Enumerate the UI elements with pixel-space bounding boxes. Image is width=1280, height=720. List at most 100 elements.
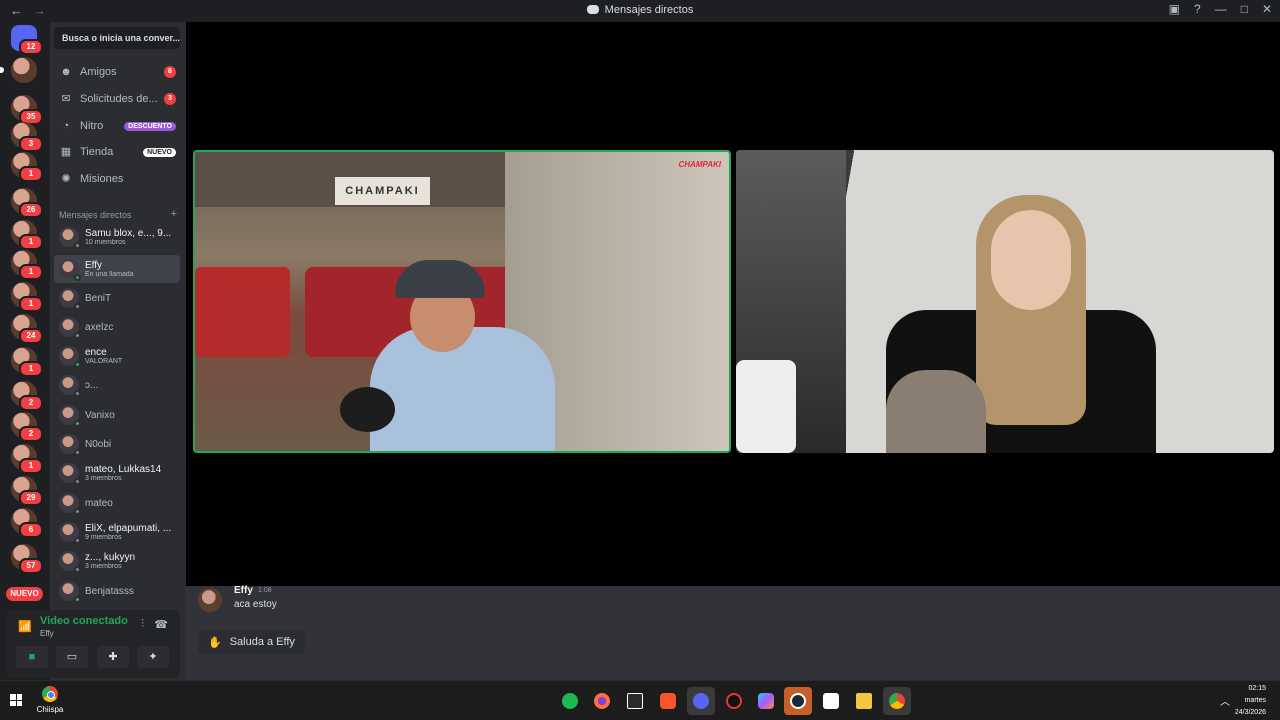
message-author[interactable]: Effy <box>234 585 253 596</box>
dm-item[interactable]: N0obi <box>54 430 180 458</box>
server-icon[interactable]: 1 <box>11 347 43 377</box>
nav-shop-label: Tienda <box>80 146 114 158</box>
file-explorer-icon[interactable] <box>850 687 878 715</box>
nav-shop[interactable]: ▦ Tienda NUEVO <box>54 140 180 164</box>
chrome-icon <box>42 686 58 702</box>
nav-friends[interactable]: ☻ Amigos 8 <box>54 60 180 84</box>
minimize-button[interactable]: — <box>1215 2 1227 16</box>
signal-icon[interactable]: 📶 <box>18 620 32 633</box>
chrome-profile-button[interactable]: Chiispa <box>35 686 65 714</box>
capcut-icon[interactable] <box>817 687 845 715</box>
help-icon[interactable]: ? <box>1194 2 1201 16</box>
epic-games-icon[interactable] <box>621 687 649 715</box>
dm-item[interactable]: ↄ... <box>54 371 180 399</box>
camera-button[interactable]: ■ <box>16 646 48 668</box>
dm-name: EliX, elpapumati, ... <box>85 523 172 534</box>
server-icon[interactable]: 1 <box>11 220 43 250</box>
dm-item[interactable]: mateo <box>54 489 180 517</box>
dm-name: Samu blox, e..., 9... <box>85 228 172 239</box>
dm-text: Samu blox, e..., 9... 10 miembros <box>85 228 180 246</box>
maximize-button[interactable]: □ <box>1241 2 1248 16</box>
avatar <box>59 463 81 485</box>
server-icon[interactable]: 26 <box>11 188 43 218</box>
dm-item[interactable]: ence VALORANT <box>54 342 180 370</box>
server-icon[interactable] <box>0 57 37 83</box>
status-dot <box>74 242 81 249</box>
dm-name: N0obi <box>85 438 112 450</box>
nav-quests[interactable]: ✺ Misiones <box>54 167 180 191</box>
dm-header-label: Mensajes directos <box>59 210 132 220</box>
avatar <box>59 581 81 603</box>
server-icon[interactable]: 1 <box>11 282 43 312</box>
server-icon[interactable]: 1 <box>11 444 43 474</box>
screen-share-button[interactable]: ▭ <box>56 646 88 668</box>
dm-text: mateo, Lukkas14 3 miembros <box>85 464 180 482</box>
discord-home-icon[interactable]: 12 <box>11 25 43 55</box>
person-cap <box>395 260 485 298</box>
inbox-icon[interactable]: ▣ <box>1169 2 1180 16</box>
soundboard-button[interactable]: ✦ <box>137 646 169 668</box>
dm-subtitle: VALORANT <box>85 358 123 365</box>
dm-text: axelzc <box>85 322 180 333</box>
nav-nitro[interactable]: ◔ Nitro DESCUENTO <box>54 114 180 138</box>
dm-subtitle: En una llamada <box>85 271 134 278</box>
create-dm-icon[interactable]: + <box>171 209 177 220</box>
brave-icon[interactable] <box>654 687 682 715</box>
server-icon[interactable]: 3 <box>11 122 43 152</box>
steam-icon[interactable] <box>784 687 812 715</box>
server-icon[interactable]: 6 <box>11 508 43 538</box>
dm-item[interactable]: axelzc <box>54 313 180 341</box>
server-icon[interactable]: 24 <box>11 314 43 344</box>
noise-suppression-icon[interactable]: ⫶ <box>141 618 144 631</box>
server-icon[interactable]: 1 <box>11 250 43 280</box>
spotify-icon[interactable] <box>556 687 584 715</box>
server-mention-badge: 1 <box>19 264 43 280</box>
search-button[interactable]: Busca o inicia una conver... <box>54 27 180 49</box>
recorder-icon[interactable] <box>720 687 748 715</box>
message-body: aca estoy <box>234 599 277 610</box>
dm-name: Benjatasss <box>85 585 134 597</box>
avatar[interactable] <box>198 588 222 612</box>
firefox-icon[interactable] <box>588 687 616 715</box>
server-icon[interactable]: 35 <box>11 95 43 125</box>
copilot-icon[interactable] <box>752 687 780 715</box>
server-icon[interactable]: 2 <box>11 412 43 442</box>
server-mention-badge: 1 <box>19 166 43 182</box>
requests-badge: 3 <box>164 93 176 105</box>
new-unread-pill[interactable]: NUEVO <box>6 587 43 601</box>
status-dot <box>74 537 81 544</box>
dm-item[interactable]: BeniT <box>54 284 180 312</box>
windows-start-icon[interactable] <box>10 694 22 706</box>
video-tile-effy[interactable] <box>736 150 1274 453</box>
dm-item[interactable]: z..., kukyyn 3 miembros <box>54 547 180 575</box>
dm-name: mateo <box>85 497 113 509</box>
dm-item[interactable]: Benjatasss <box>54 577 180 605</box>
status-dot <box>74 420 81 427</box>
discord-icon[interactable] <box>687 687 715 715</box>
dm-item[interactable]: Effy En una llamada <box>54 255 180 283</box>
dm-item[interactable]: Vanixo <box>54 401 180 429</box>
server-icon[interactable]: 29 <box>11 476 43 506</box>
dm-item[interactable]: Samu blox, e..., 9... 10 miembros <box>54 223 180 251</box>
status-dot <box>74 332 81 339</box>
dm-item[interactable]: mateo, Lukkas14 3 miembros <box>54 459 180 487</box>
dm-name: BeniT <box>85 292 112 304</box>
nav-message-requests[interactable]: ✉ Solicitudes de... 3 <box>54 87 180 111</box>
system-clock[interactable]: 02:15 martes 24/3/2026 <box>1235 683 1266 719</box>
chrome-taskbar-icon[interactable] <box>883 687 911 715</box>
dm-text: z..., kukyyn 3 miembros <box>85 552 180 570</box>
status-dot <box>74 390 81 397</box>
activities-button[interactable]: ✚ <box>97 646 129 668</box>
dm-item[interactable]: EliX, elpapumati, ... 9 miembros <box>54 518 180 546</box>
tray-chevron-icon[interactable]: ︿ <box>1220 693 1230 708</box>
voice-channel-name[interactable]: Effy <box>40 629 54 638</box>
wave-button[interactable]: ✋ Saluda a Effy <box>198 630 305 654</box>
server-icon[interactable]: 57 <box>11 544 43 574</box>
server-icon[interactable]: 2 <box>11 381 43 411</box>
dm-subtitle: 10 miembros <box>85 239 126 246</box>
video-tile-speaking[interactable]: CHAMPAKI CHAMPAKI <box>193 150 731 453</box>
close-button[interactable]: ✕ <box>1262 2 1272 16</box>
server-icon[interactable]: 1 <box>11 152 43 182</box>
disconnect-icon[interactable]: ☎ <box>154 618 168 631</box>
dm-subtitle: 3 miembros <box>85 563 122 570</box>
